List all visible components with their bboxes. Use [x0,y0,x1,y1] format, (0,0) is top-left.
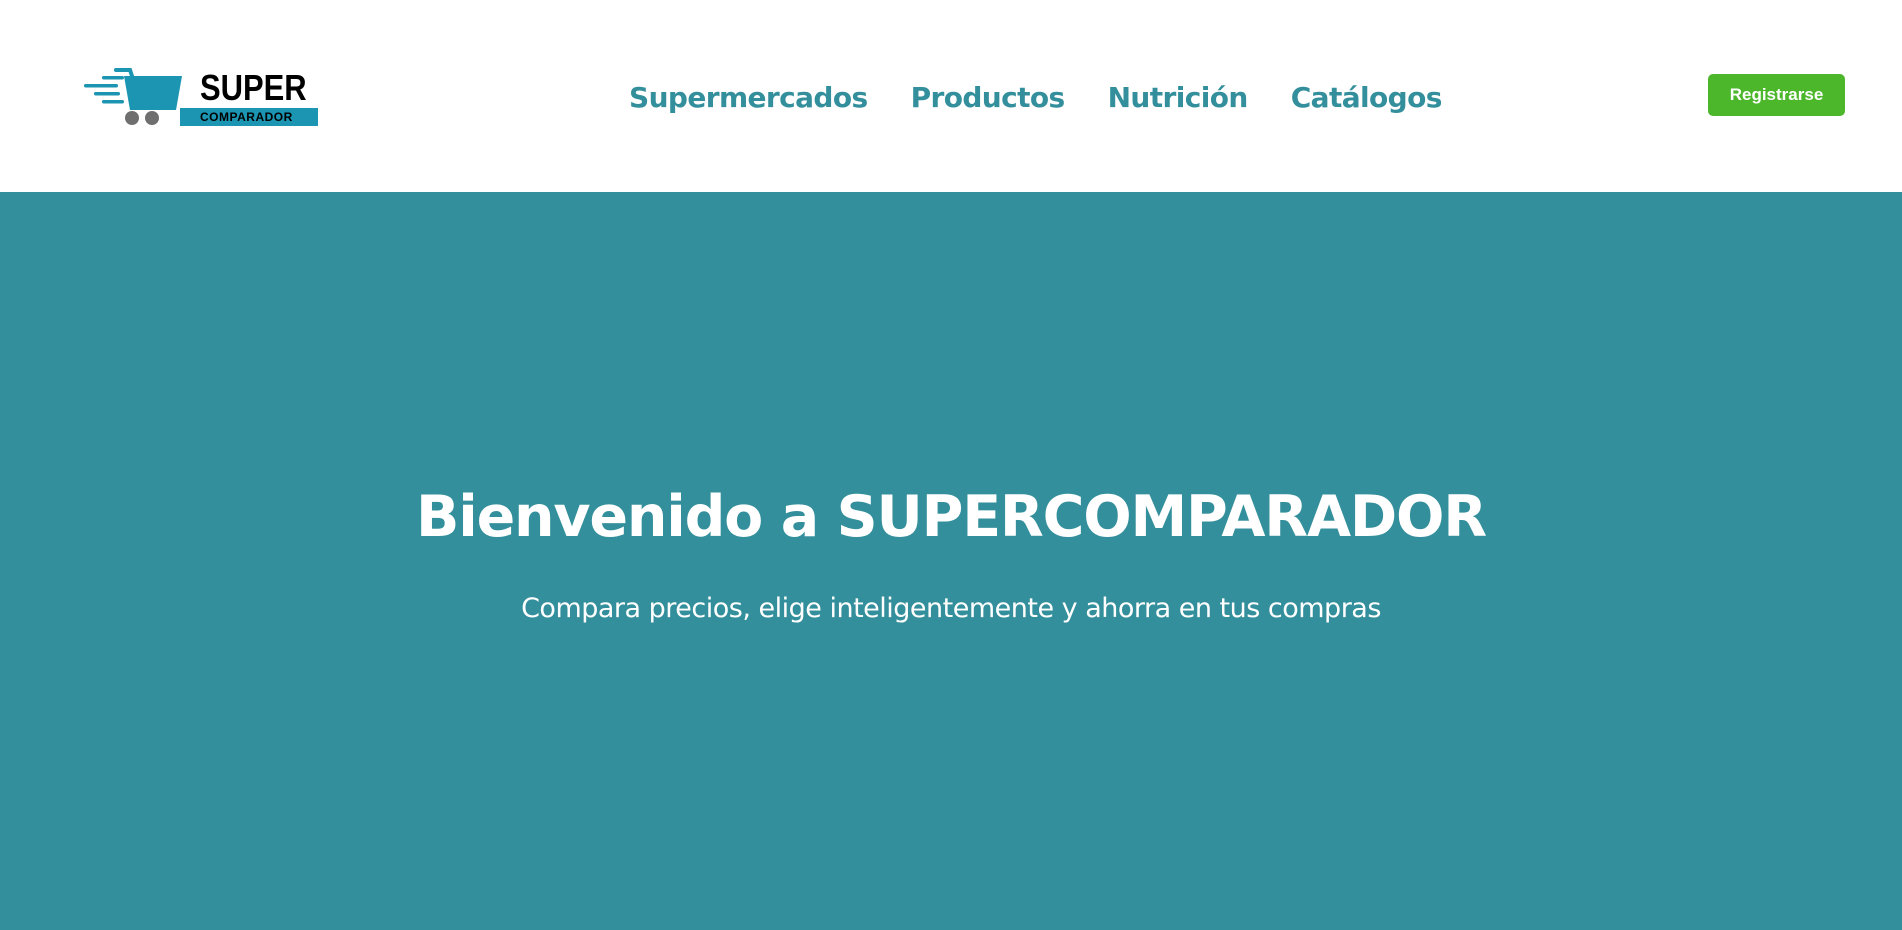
hero-title: Bienvenido a SUPERCOMPARADOR [416,484,1487,550]
nav-link-supermercados[interactable]: Supermercados [629,81,868,114]
hero-section: Bienvenido a SUPERCOMPARADOR Compara pre… [0,192,1902,930]
page: SUPER COMPARADOR Supermercados Productos… [0,0,1902,930]
logo-subtitle: COMPARADOR [200,110,293,124]
main-nav: Supermercados Productos Nutrición Catálo… [629,75,1442,119]
logo[interactable]: SUPER COMPARADOR [82,66,322,132]
logo-title: SUPER [200,67,307,108]
nav-link-catalogos[interactable]: Catálogos [1291,81,1443,114]
nav-link-productos[interactable]: Productos [911,81,1066,114]
nav-link-nutricion[interactable]: Nutrición [1108,81,1249,114]
site-header: SUPER COMPARADOR Supermercados Productos… [0,0,1902,192]
register-button[interactable]: Registrarse [1708,74,1845,116]
hero-subtitle: Compara precios, elige inteligentemente … [521,593,1381,624]
